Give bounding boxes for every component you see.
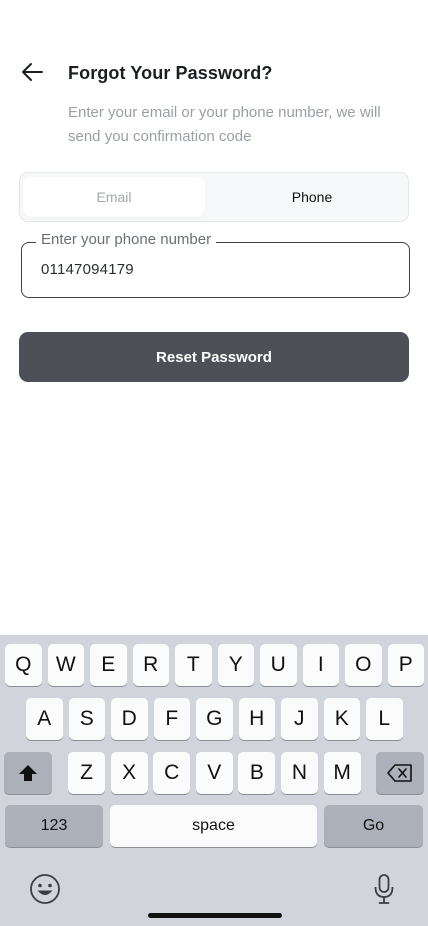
back-button[interactable] — [18, 58, 46, 86]
key-l[interactable]: L — [366, 698, 403, 740]
key-b[interactable]: B — [238, 752, 276, 794]
key-f[interactable]: F — [153, 698, 190, 740]
page-title: Forgot Your Password? — [68, 63, 273, 83]
key-v[interactable]: V — [195, 752, 233, 794]
key-d[interactable]: D — [111, 698, 148, 740]
key-z[interactable]: Z — [68, 752, 105, 794]
key-p[interactable]: P — [387, 644, 424, 686]
home-indicator — [148, 913, 282, 918]
key-i[interactable]: I — [302, 644, 339, 686]
key-a[interactable]: A — [26, 698, 63, 740]
shift-key[interactable] — [4, 752, 52, 794]
tab-email[interactable]: Email — [23, 177, 205, 217]
key-s[interactable]: S — [68, 698, 105, 740]
space-key[interactable]: space — [110, 805, 317, 847]
key-c[interactable]: C — [153, 752, 191, 794]
key-g[interactable]: G — [196, 698, 233, 740]
key-y[interactable]: Y — [217, 644, 254, 686]
page-subtitle: Enter your email or your phone number, w… — [68, 104, 381, 145]
contact-method-toggle: Email Phone — [19, 172, 409, 222]
key-n[interactable]: N — [281, 752, 318, 794]
backspace-key[interactable] — [376, 752, 424, 794]
key-r[interactable]: R — [132, 644, 169, 686]
phone-field-value[interactable]: 01147094179 — [41, 261, 134, 278]
key-k[interactable]: K — [323, 698, 360, 740]
emoji-key[interactable] — [28, 872, 62, 906]
key-e[interactable]: E — [90, 644, 127, 686]
key-w[interactable]: W — [47, 644, 84, 686]
key-j[interactable]: J — [281, 698, 318, 740]
tab-phone[interactable]: Phone — [220, 177, 404, 217]
key-o[interactable]: O — [345, 644, 382, 686]
header: Forgot Your Password? — [0, 56, 428, 90]
backspace-icon — [387, 764, 412, 782]
key-m[interactable]: M — [323, 752, 361, 794]
go-key[interactable]: Go — [324, 805, 423, 847]
onscreen-keyboard: QWERTYUIOP ASDFGHJKL ZXCVBNM 123 space Go — [0, 635, 428, 926]
arrow-left-icon — [22, 63, 43, 81]
key-t[interactable]: T — [175, 644, 212, 686]
key-h[interactable]: H — [238, 698, 275, 740]
phone-field[interactable]: Enter your phone number 01147094179 — [21, 231, 410, 298]
phone-field-label: Enter your phone number — [36, 231, 217, 248]
emoji-icon — [30, 874, 60, 904]
key-u[interactable]: U — [260, 644, 297, 686]
numbers-key[interactable]: 123 — [5, 805, 103, 847]
key-q[interactable]: Q — [5, 644, 42, 686]
microphone-icon — [374, 874, 394, 904]
microphone-key[interactable] — [370, 872, 398, 906]
reset-password-button[interactable]: Reset Password — [19, 332, 409, 382]
shift-icon — [19, 765, 37, 781]
key-x[interactable]: X — [110, 752, 148, 794]
